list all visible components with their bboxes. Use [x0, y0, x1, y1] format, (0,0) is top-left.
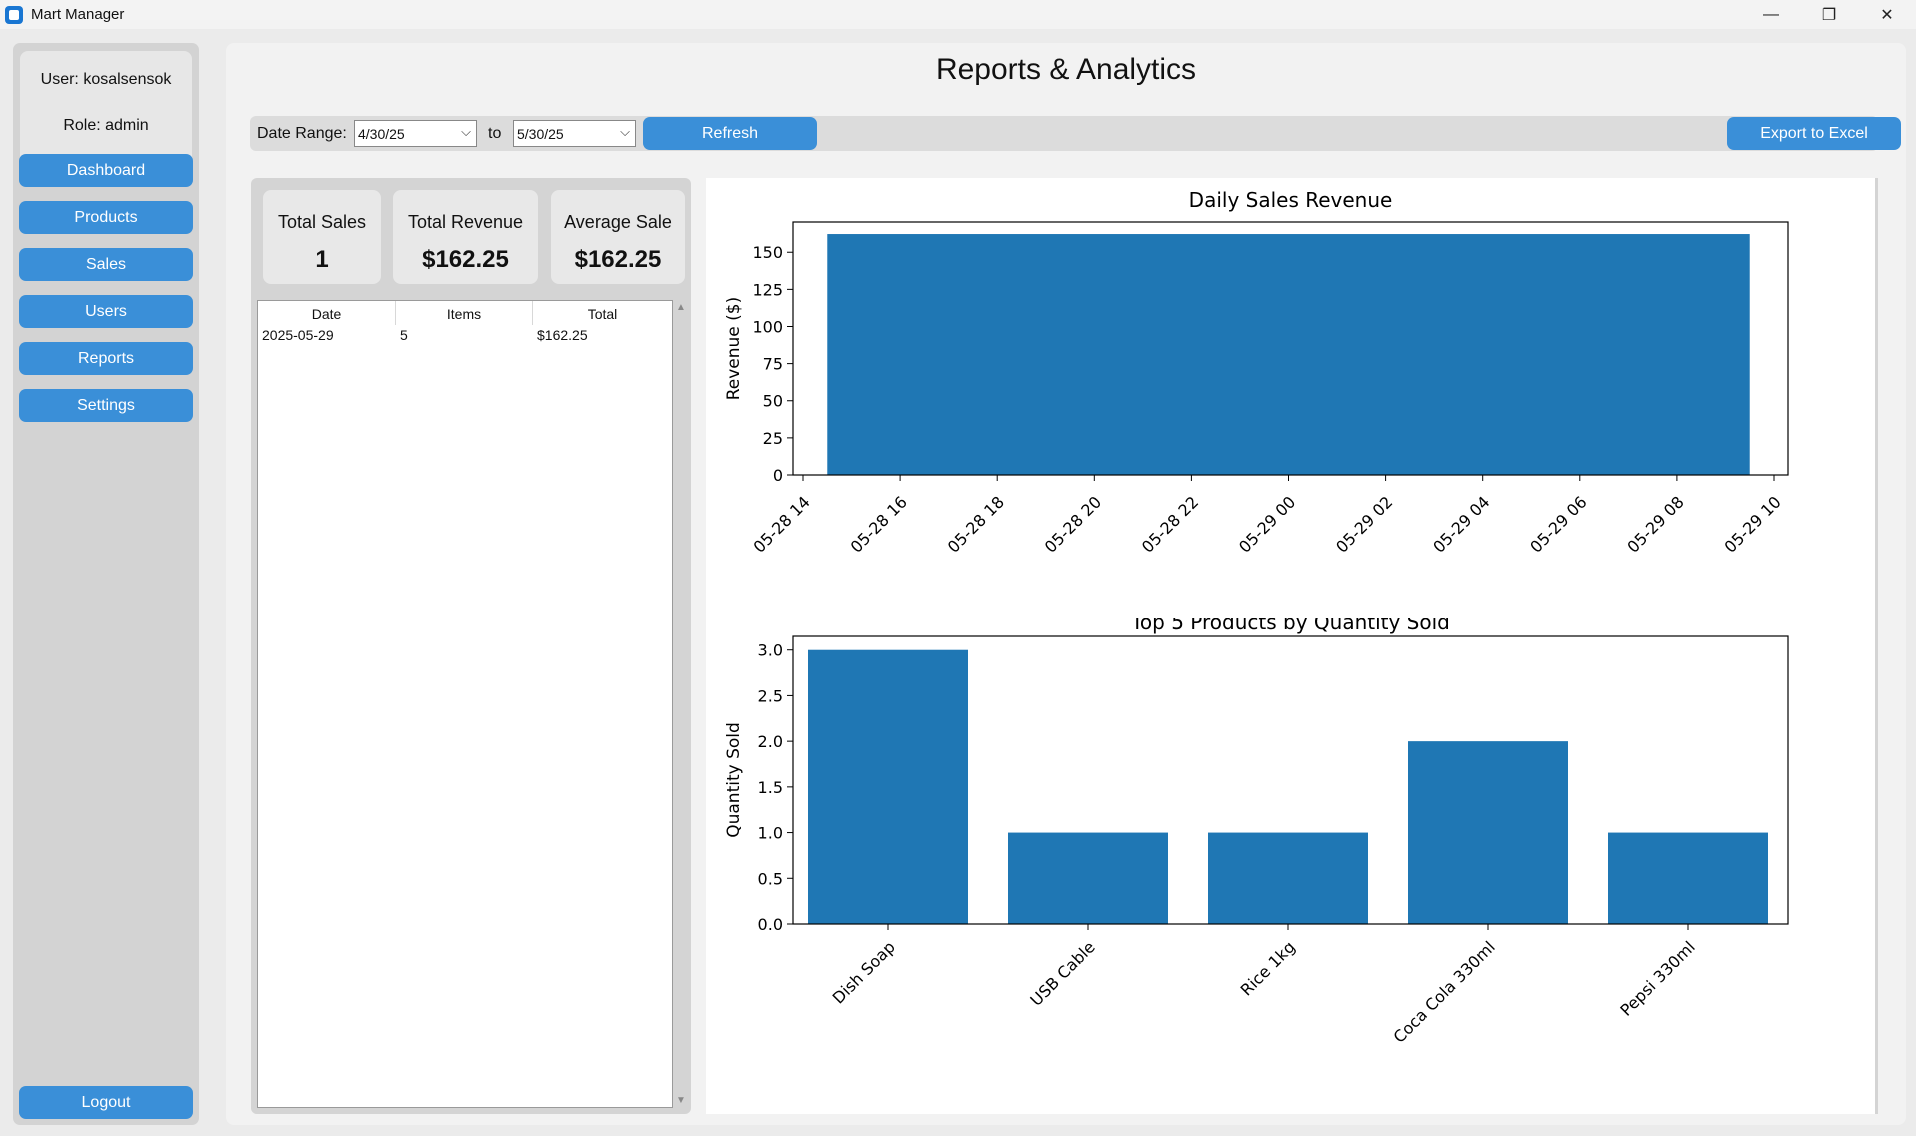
top-products-chart: Top 5 Products by Quantity Sold 0.0 0.5 1.0…	[724, 618, 1789, 1047]
total-sales-value: 1	[315, 246, 329, 273]
restore-button[interactable]: ❐	[1800, 0, 1858, 29]
table-scrollbar[interactable]: ▲ ▼	[674, 300, 688, 1108]
y-tick-label: 2.5	[758, 686, 783, 705]
revenue-bar-0	[827, 234, 1750, 475]
total-revenue-card: Total Revenue $162.25	[393, 190, 538, 284]
y-tick-label: 0.5	[758, 869, 783, 888]
date-range-bar: Date Range: 4/30/25 ⌵ to 5/30/25 ⌵ Refre…	[250, 116, 1901, 151]
nav-users-button[interactable]: Users	[19, 295, 193, 328]
refresh-button[interactable]: Refresh	[643, 117, 817, 150]
summary-panel: Total Sales 1 Total Revenue $162.25 Aver…	[251, 178, 691, 1114]
column-header-total[interactable]: Total	[533, 301, 672, 325]
sales-table[interactable]: Date Items Total 2025-05-29 5 $162.25	[257, 300, 673, 1108]
export-excel-button[interactable]: Export to Excel	[1727, 117, 1901, 150]
charts-panel: Daily Sales Revenue 0 25 50 75 100 125 150 05-28…	[706, 178, 1878, 1114]
total-sales-label: Total Sales	[277, 212, 367, 232]
column-header-date[interactable]: Date	[258, 301, 396, 325]
x-tick-label: 05-29 06	[1526, 492, 1590, 556]
average-sale-label: Average Sale	[564, 212, 672, 232]
role-label: Role: admin	[63, 117, 149, 134]
nav-settings-button[interactable]: Settings	[19, 389, 193, 422]
y-tick-label: 1.0	[758, 824, 783, 843]
y-tick-label: 2.0	[758, 732, 783, 751]
x-tick-label: 05-28 16	[847, 492, 911, 556]
x-tick-label: 05-29 02	[1332, 492, 1396, 556]
table-cell-date[interactable]: 2025-05-29	[262, 327, 334, 343]
start-date-picker[interactable]: 4/30/25 ⌵	[354, 120, 477, 147]
product-bar-1	[1008, 832, 1168, 924]
product-bar-2	[1208, 832, 1368, 924]
x-tick-label: 05-29 10	[1721, 492, 1785, 556]
nav-sales-button[interactable]: Sales	[19, 248, 193, 281]
close-button[interactable]: ✕	[1858, 0, 1916, 29]
end-date-picker[interactable]: 5/30/25 ⌵	[513, 120, 636, 147]
total-revenue-value: $162.25	[422, 246, 509, 273]
chevron-down-icon: ⌵	[461, 124, 471, 139]
y-tick-label: 1.5	[758, 778, 783, 797]
average-sale-card: Average Sale $162.25	[551, 190, 685, 284]
x-tick-label: 05-29 08	[1623, 492, 1687, 556]
daily-sales-revenue-chart: Daily Sales Revenue 0 25 50 75 100 125 150 05-28…	[724, 188, 1789, 557]
to-label: to	[488, 125, 502, 142]
table-cell-total[interactable]: $162.25	[537, 327, 588, 343]
x-tick-label: 05-28 14	[750, 492, 814, 556]
total-revenue-label: Total Revenue	[407, 212, 524, 232]
y-tick-label: 75	[763, 355, 783, 374]
end-date-value: 5/30/25	[517, 126, 564, 142]
average-sale-value: $162.25	[574, 246, 662, 273]
y-tick-label: 0.0	[758, 915, 783, 934]
x-tick-label: 05-28 20	[1041, 492, 1105, 556]
main-content: Reports & Analytics Date Range: 4/30/25 …	[226, 43, 1906, 1125]
x-tick-label: 05-29 00	[1235, 492, 1299, 556]
x-tick-label: Pepsi 330ml	[1616, 937, 1698, 1019]
y-tick-label: 3.0	[758, 641, 783, 660]
column-header-items[interactable]: Items	[396, 301, 533, 325]
chevron-down-icon: ⌵	[620, 124, 630, 139]
y-tick-label: 125	[752, 280, 783, 299]
y-axis-label: Revenue ($)	[724, 297, 744, 401]
x-tick-label: 05-29 04	[1429, 492, 1493, 556]
product-bar-3	[1408, 741, 1568, 924]
x-tick-label: Rice 1kg	[1237, 937, 1299, 999]
window-titlebar: Mart Manager — ❐ ✕	[0, 0, 1916, 29]
minimize-button[interactable]: —	[1742, 0, 1800, 29]
window-title: Mart Manager	[31, 6, 125, 23]
y-tick-label: 100	[752, 317, 783, 336]
nav-dashboard-button[interactable]: Dashboard	[19, 154, 193, 187]
product-bar-4	[1608, 832, 1768, 924]
nav-products-button[interactable]: Products	[19, 201, 193, 234]
product-bar-0	[808, 649, 968, 924]
date-range-label: Date Range:	[257, 125, 347, 142]
x-tick-label: 05-28 22	[1138, 492, 1202, 556]
y-tick-label: 25	[763, 429, 783, 448]
chart-title: Top 5 Products by Quantity Sold	[1130, 618, 1450, 634]
logout-button[interactable]: Logout	[19, 1086, 193, 1119]
y-tick-label: 0	[773, 466, 783, 485]
x-tick-label: 05-28 18	[944, 492, 1008, 556]
nav-reports-button[interactable]: Reports	[19, 342, 193, 375]
y-tick-label: 150	[752, 243, 783, 262]
x-tick-label: Coca Cola 330ml	[1390, 937, 1499, 1046]
y-axis-label: Quantity Sold	[724, 722, 744, 838]
table-cell-items[interactable]: 5	[400, 327, 408, 343]
chart-title: Daily Sales Revenue	[1189, 188, 1393, 212]
sidebar: User: kosalsensok Role: admin Dashboard …	[13, 43, 199, 1125]
y-tick-label: 50	[763, 392, 783, 411]
total-sales-card: Total Sales 1	[263, 190, 381, 284]
scroll-down-arrow-icon[interactable]: ▼	[676, 1095, 686, 1106]
app-icon	[5, 5, 23, 24]
start-date-value: 4/30/25	[358, 126, 405, 142]
page-title: Reports & Analytics	[935, 53, 1197, 86]
user-label: User: kosalsensok	[40, 71, 172, 88]
x-tick-label: USB Cable	[1026, 937, 1098, 1009]
x-tick-label: Dish Soap	[829, 937, 899, 1007]
scroll-up-arrow-icon[interactable]: ▲	[676, 302, 686, 313]
